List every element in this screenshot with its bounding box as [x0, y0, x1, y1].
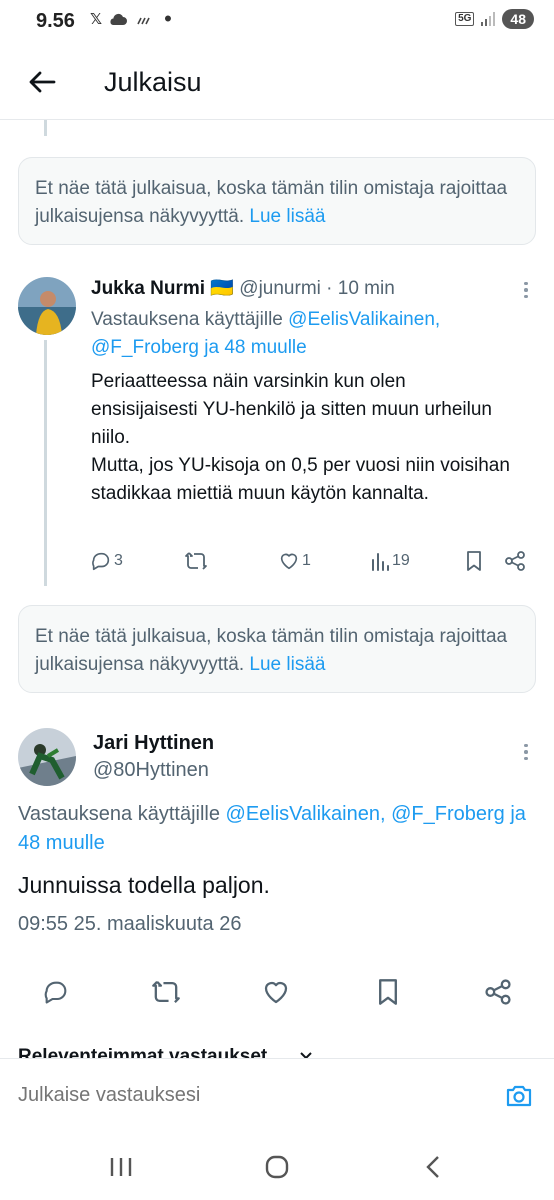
sort-replies-dropdown[interactable]: Releventeimmat vastaukset: [18, 1040, 538, 1058]
camera-icon: [506, 1085, 532, 1107]
reply-context: Vastauksena käyttäjille @EelisValikainen…: [18, 800, 554, 858]
sort-label: Releventeimmat vastaukset: [18, 1046, 268, 1058]
mention-link[interactable]: 48 muulle: [18, 832, 105, 854]
tweet-header: Jukka Nurmi 🇺🇦 @junurmi · 10 min: [91, 276, 395, 300]
author-name[interactable]: Jukka Nurmi: [91, 278, 205, 299]
dot: [524, 281, 528, 286]
network-icon: 5G: [455, 12, 475, 26]
bookmark-icon: [467, 551, 481, 571]
mention-link[interactable]: @F_Froberg ja 48 muulle: [91, 337, 307, 358]
repost-icon: [185, 552, 207, 570]
page-title: Julkaisu: [104, 67, 202, 97]
chevron-down-icon: [300, 1052, 312, 1058]
mention-link[interactable]: @EelisValikainen,: [288, 309, 440, 330]
reply-icon: [92, 552, 110, 571]
chevron-left-icon: [426, 1156, 439, 1178]
reply-prefix: Vastauksena käyttäjille: [18, 803, 220, 825]
dot: [524, 288, 528, 292]
reply-button[interactable]: [40, 976, 72, 1008]
views-chart-icon: [372, 553, 389, 571]
like-button[interactable]: 1: [278, 550, 311, 572]
recent-apps-icon: [110, 1158, 132, 1176]
battery-indicator: 48: [502, 9, 534, 29]
view-count: 19: [392, 552, 410, 569]
share-button[interactable]: [504, 550, 526, 572]
status-bar: 9.56 𝕏 • 5G 48: [0, 0, 554, 44]
mention-link[interactable]: @EelisValikainen, @F_Froberg ja: [226, 803, 526, 825]
avatar[interactable]: [18, 277, 76, 335]
reply-icon: [44, 981, 67, 1004]
share-icon: [485, 979, 511, 1005]
share-icon: [505, 551, 525, 571]
learn-more-link[interactable]: Lue lisää: [249, 654, 325, 675]
dot: [524, 294, 528, 299]
post-timestamp[interactable]: 09:55 25. maaliskuuta 26: [18, 913, 242, 936]
home-icon: [265, 1155, 289, 1179]
bookmark-button[interactable]: [464, 550, 484, 572]
recent-apps-button[interactable]: [106, 1152, 136, 1182]
top-app-bar: Julkaisu: [0, 50, 554, 116]
learn-more-link[interactable]: Lue lisää: [249, 206, 325, 227]
dot: [524, 756, 528, 761]
tweet-text: Periaatteessa näin varsinkin kun olen en…: [91, 371, 510, 504]
like-button[interactable]: [260, 976, 292, 1008]
bookmark-button[interactable]: [372, 976, 404, 1008]
status-icons-right: 5G 48: [455, 9, 534, 29]
dot: [524, 750, 528, 754]
weather-icon: [137, 17, 150, 25]
author-handle[interactable]: @80Hyttinen: [93, 759, 209, 782]
arrow-left-icon: [29, 71, 56, 93]
avatar-image: [18, 277, 76, 335]
reply-input[interactable]: [18, 1084, 458, 1107]
avatar[interactable]: [18, 728, 76, 786]
repost-button[interactable]: [150, 976, 182, 1008]
tweet-actions: [0, 972, 554, 1012]
camera-button[interactable]: [504, 1081, 534, 1111]
dot-icon: •: [164, 6, 172, 31]
x-logo-icon: 𝕏: [90, 11, 103, 28]
back-nav-button[interactable]: [418, 1152, 448, 1182]
views-button[interactable]: 19: [370, 550, 410, 572]
reply-prefix: Vastauksena käyttäjille: [91, 309, 283, 330]
more-options-button[interactable]: [516, 278, 536, 302]
repost-icon: [152, 981, 180, 1003]
bookmark-icon: [379, 979, 397, 1005]
like-count: 1: [302, 552, 311, 569]
author-name[interactable]: Jari Hyttinen: [93, 732, 214, 755]
flag-icon: 🇺🇦: [210, 278, 234, 299]
reply-context: Vastauksena käyttäjille @EelisValikainen…: [91, 306, 511, 362]
heart-icon: [264, 981, 288, 1004]
author-handle[interactable]: @junurmi: [239, 278, 321, 299]
repost-button[interactable]: [184, 550, 208, 572]
more-options-button[interactable]: [516, 740, 536, 764]
header-divider: [0, 119, 554, 120]
thread-line: [44, 120, 47, 136]
system-navigation-bar: [0, 1132, 554, 1200]
share-button[interactable]: [482, 976, 514, 1008]
signal-icon: [481, 12, 496, 26]
thread-line: [44, 340, 47, 586]
post-age[interactable]: 10 min: [338, 278, 395, 299]
status-icons-left: 𝕏 •: [90, 6, 172, 31]
home-button[interactable]: [262, 1152, 292, 1182]
reply-composer: [0, 1058, 554, 1132]
restricted-post-notice: Et näe tätä julkaisua, koska tämän tilin…: [18, 157, 536, 245]
cloud-icon: [110, 13, 128, 25]
avatar-image: [18, 728, 76, 786]
heart-icon: [280, 553, 298, 570]
separator: ·: [326, 278, 333, 299]
back-button[interactable]: [22, 64, 62, 100]
tweet-actions: 3 1 19: [90, 548, 530, 576]
tweet-text: Junnuissa todella paljon.: [18, 872, 270, 898]
reply-button[interactable]: 3: [90, 550, 123, 572]
reply-count: 3: [114, 552, 123, 569]
status-time: 9.56: [36, 10, 75, 32]
restricted-post-notice: Et näe tätä julkaisua, koska tämän tilin…: [18, 605, 536, 693]
dot: [524, 743, 528, 748]
